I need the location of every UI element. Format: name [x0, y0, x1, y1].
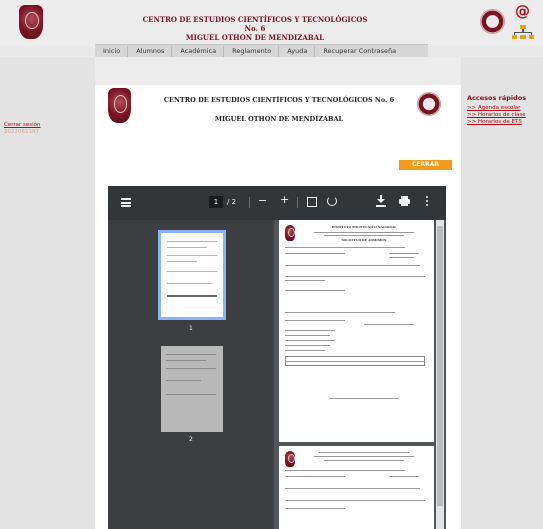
- menu-icon[interactable]: [121, 198, 131, 207]
- logout-link[interactable]: Cerrar sesión: [4, 122, 41, 129]
- main-title-line1: CENTRO DE ESTUDIOS CIENTÍFICOS Y TECNOLÓ…: [163, 96, 395, 104]
- main-top-band: [95, 57, 461, 85]
- ipn-crest-icon: [108, 88, 131, 123]
- page-number-input[interactable]: 1: [209, 196, 223, 208]
- nav-item-inicio[interactable]: Inicio: [95, 46, 129, 57]
- header-title-line2: MIGUEL OTHON DE MENDIZABAL: [185, 33, 325, 42]
- doc-subheading: SOLICITUD DE ADMISIÓN: [341, 238, 387, 242]
- pdf-page-1: INSTITUTO POLITÉCNICO NACIONAL SOLICITUD…: [279, 220, 434, 442]
- print-icon[interactable]: [399, 196, 410, 206]
- nav-item-academica[interactable]: Académica: [172, 46, 225, 57]
- pdf-scrollbar-thumb[interactable]: [437, 226, 443, 506]
- nav-item-reglamento[interactable]: Reglamento: [224, 46, 280, 57]
- toolbar-divider: [297, 197, 298, 208]
- main-title-line2: MIGUEL OTHON DE MENDIZABAL: [214, 115, 344, 123]
- header-title-line1: CENTRO DE ESTUDIOS CIENTÍFICOS Y TECNOLÓ…: [142, 15, 368, 33]
- ipn-crest-icon: [19, 5, 43, 39]
- fit-page-icon[interactable]: [307, 197, 317, 207]
- user-id: 2022061187: [4, 129, 39, 135]
- doc-heading: INSTITUTO POLITÉCNICO NACIONAL: [331, 225, 397, 229]
- page-thumbnail-2[interactable]: [161, 346, 223, 432]
- thumb-label-2: 2: [189, 436, 193, 443]
- pdf-toolbar: [108, 186, 446, 220]
- ipn-crest-icon: [285, 451, 295, 467]
- nav-item-recuperar-contrasena[interactable]: Recuperar Contraseña: [315, 46, 403, 57]
- sitemap-icon[interactable]: [512, 25, 534, 40]
- page-thumbnail-1[interactable]: [158, 230, 226, 320]
- quick-access-title: Accesos rápidos: [467, 94, 527, 102]
- more-options-icon[interactable]: [426, 196, 428, 207]
- at-sign-icon[interactable]: @: [515, 3, 530, 19]
- download-icon[interactable]: [376, 195, 386, 207]
- header-title: CENTRO DE ESTUDIOS CIENTÍFICOS Y TECNOLÓ…: [140, 15, 370, 42]
- cecyt-seal-icon: [480, 9, 505, 34]
- cecyt-seal-icon: [417, 92, 441, 116]
- pdf-page-2: [279, 446, 434, 529]
- nav-item-alumnos[interactable]: Alumnos: [128, 46, 173, 57]
- nav-item-ayuda[interactable]: Ayuda: [279, 46, 316, 57]
- ipn-crest-icon: [285, 225, 295, 241]
- zoom-in-icon[interactable]: +: [280, 194, 289, 206]
- toolbar-divider: [249, 197, 250, 208]
- rotate-icon[interactable]: [327, 196, 337, 206]
- quick-link-horarios-clase[interactable]: >> Horarios de clase: [467, 112, 526, 119]
- right-sidebar: [461, 57, 543, 529]
- page-total: / 2: [227, 198, 237, 206]
- close-button[interactable]: CERRAR: [399, 160, 452, 170]
- thumb-label-1: 1: [189, 325, 193, 332]
- quick-link-horarios-ets[interactable]: >> Horarios de ETS: [467, 119, 522, 126]
- quick-link-agenda[interactable]: >> Agenda escolar: [467, 105, 521, 112]
- zoom-out-icon[interactable]: −: [258, 195, 267, 207]
